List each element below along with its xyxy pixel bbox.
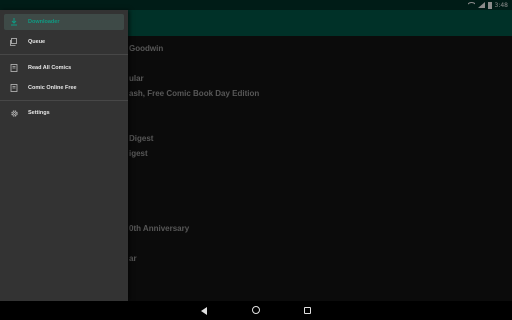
home-button[interactable] — [250, 305, 262, 317]
recent-apps-button[interactable] — [302, 305, 314, 317]
queue-icon — [8, 36, 20, 48]
drawer-item-label: Downloader — [28, 19, 60, 25]
drawer-item-label: Queue — [28, 39, 46, 45]
back-button[interactable] — [198, 305, 210, 317]
drawer-divider — [0, 54, 128, 55]
drawer-item-label: Read All Comics — [28, 65, 72, 71]
drawer-divider — [0, 100, 128, 101]
gear-icon — [8, 107, 20, 119]
drawer-item-label: Comic Online Free — [28, 85, 77, 91]
drawer-item-read-all-comics[interactable]: Read All Comics — [4, 60, 124, 76]
drawer-item-comic-online-free[interactable]: Comic Online Free — [4, 80, 124, 96]
system-navigation-bar — [0, 301, 512, 320]
drawer-item-settings[interactable]: Settings — [4, 105, 124, 121]
drawer-item-label: Settings — [28, 110, 50, 116]
drawer-item-downloader[interactable]: Downloader — [4, 14, 124, 30]
drawer-item-queue[interactable]: Queue — [4, 34, 124, 50]
book-icon — [8, 62, 20, 74]
navigation-drawer: Downloader Queue Read All Comics Comic O… — [0, 10, 128, 301]
download-icon — [8, 16, 20, 28]
book-icon — [8, 82, 20, 94]
